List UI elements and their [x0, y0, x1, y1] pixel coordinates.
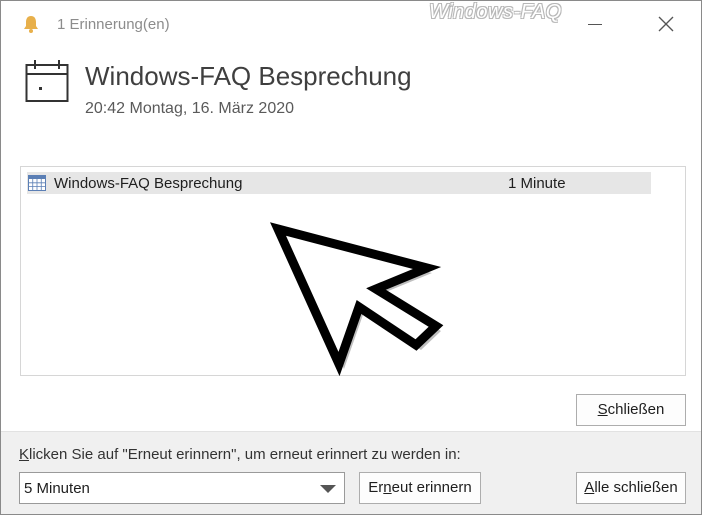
snooze-label-mnemonic: K: [19, 446, 30, 463]
snooze-duration-value: 5 Minuten: [24, 480, 90, 497]
item-title: Windows-FAQ Besprechung: [85, 61, 412, 91]
reminder-subject: Windows-FAQ Besprechung: [54, 175, 243, 192]
dismiss-all-mnemonic: A: [584, 479, 595, 496]
dismiss-all-label: lle schließen: [594, 479, 678, 496]
dismiss-button[interactable]: Schließen: [576, 394, 686, 426]
close-icon: [658, 16, 674, 32]
dismiss-label: chließen: [607, 401, 665, 418]
reminder-window: 1 Erinnerung(en) Windows-FAQ Windows-FAQ…: [0, 0, 702, 515]
list-item[interactable]: Windows-FAQ Besprechung 1 Minute: [27, 172, 651, 194]
close-button[interactable]: [646, 9, 686, 39]
mouse-pointer-icon: [270, 222, 444, 377]
window-title: 1 Erinnerung(en): [57, 16, 170, 33]
minimize-button[interactable]: [575, 9, 615, 39]
calendar-grid-icon: [28, 175, 46, 191]
dismiss-mnemonic: S: [597, 401, 608, 418]
snooze-label-rest: eut erinnern: [391, 479, 472, 496]
snooze-label-first: Er: [368, 479, 384, 496]
snooze-duration-select[interactable]: 5 Minuten: [19, 472, 345, 504]
dismiss-all-button[interactable]: Alle schließen: [576, 472, 686, 504]
watermark: Windows-FAQ: [429, 1, 562, 23]
bell-icon: [24, 16, 38, 33]
item-datetime: 20:42 Montag, 16. März 2020: [85, 100, 295, 117]
calendar-icon: [25, 60, 69, 102]
snooze-label-text: licken Sie auf "Erneut erinnern", um ern…: [29, 446, 461, 463]
title-bar: 1 Erinnerung(en) Windows-FAQ: [1, 1, 701, 49]
snooze-footer: Klicken Sie auf "Erneut erinnern", um er…: [1, 431, 701, 514]
snooze-mnemonic: n: [383, 479, 392, 496]
snooze-label: Klicken Sie auf "Erneut erinnern", um er…: [19, 446, 461, 463]
reminder-header: Windows-FAQ Besprechung 20:42 Montag, 16…: [1, 49, 701, 139]
snooze-button[interactable]: Erneut erinnern: [359, 472, 481, 504]
reminder-due-in: 1 Minute: [508, 175, 566, 192]
chevron-down-icon: [320, 485, 336, 493]
